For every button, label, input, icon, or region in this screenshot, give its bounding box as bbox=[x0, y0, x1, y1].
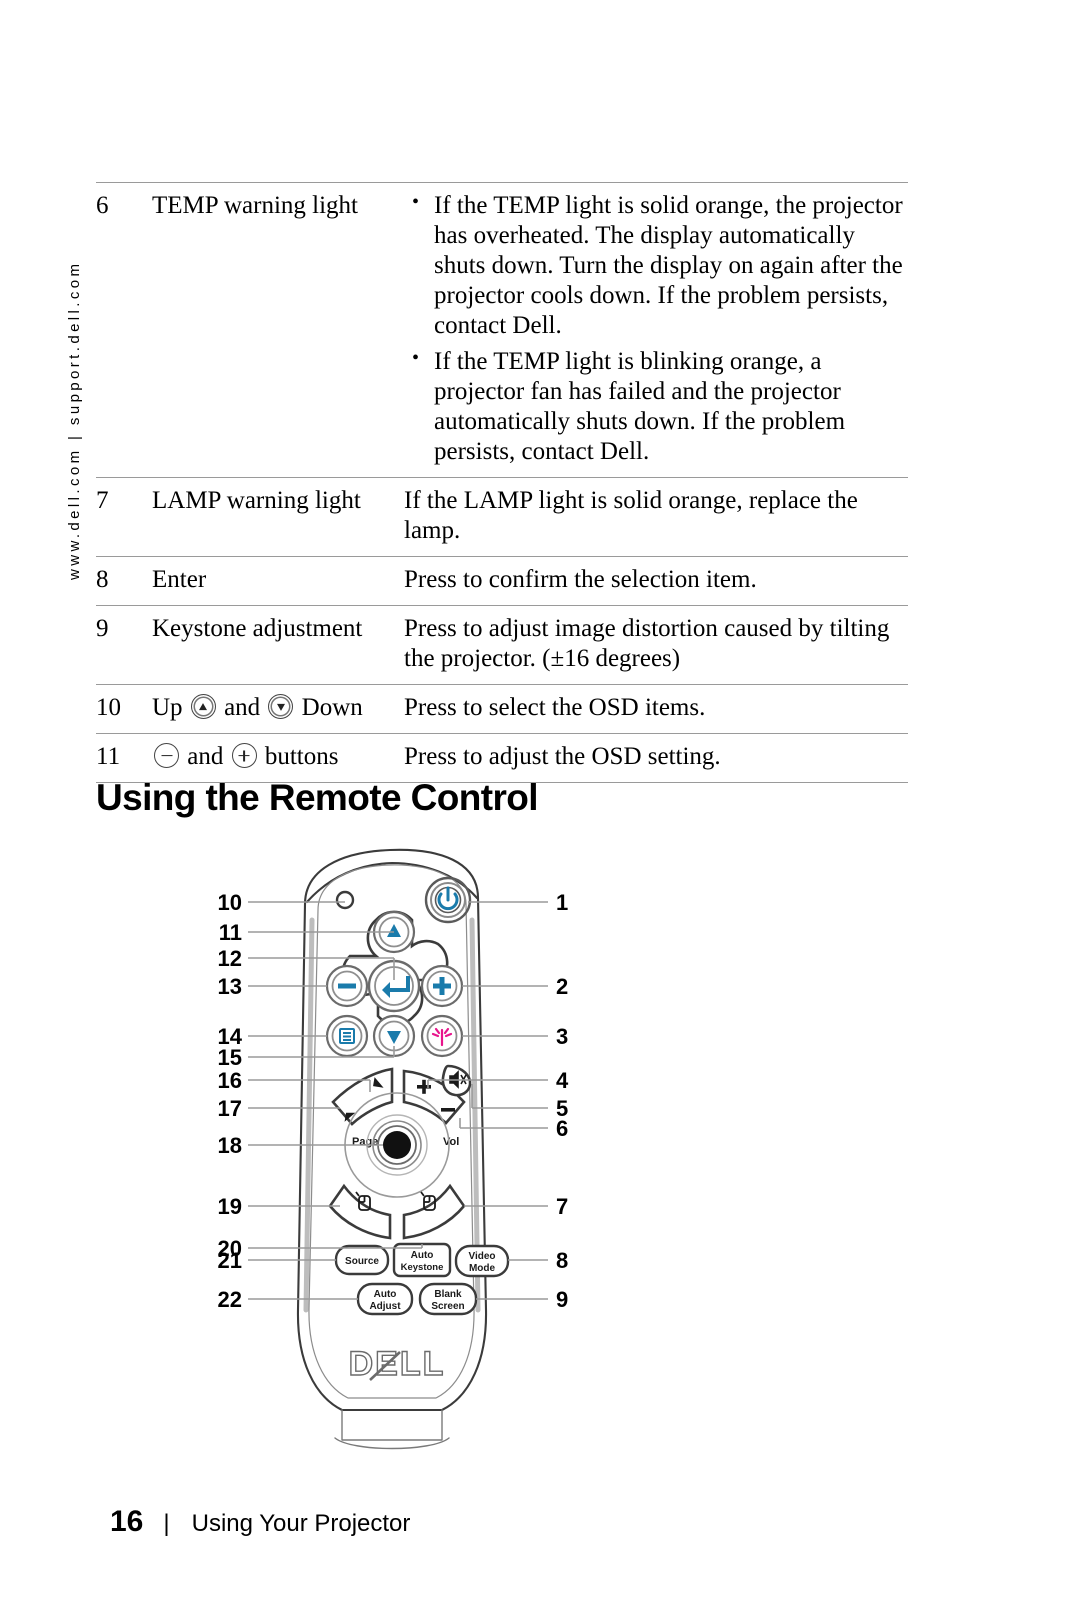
row-name-mid: and bbox=[181, 743, 230, 770]
callout-9: 9 bbox=[556, 1287, 568, 1312]
sidebar-url-label: www.dell.com | support.dell.com bbox=[66, 260, 83, 580]
row-number: 9 bbox=[96, 615, 109, 642]
minus-icon bbox=[338, 983, 356, 989]
minus-button bbox=[325, 964, 369, 1008]
video-mode-button: Video Mode bbox=[454, 1244, 510, 1278]
dell-logo-icon: DELL bbox=[348, 1344, 446, 1383]
footer-title: Using Your Projector bbox=[191, 1510, 411, 1537]
callout-7: 7 bbox=[556, 1194, 568, 1219]
callout-12: 12 bbox=[218, 946, 242, 971]
footer-separator: | bbox=[163, 1510, 170, 1537]
row-name-mid: and bbox=[217, 694, 267, 721]
source-button-label: Source bbox=[345, 1256, 379, 1267]
video-mode-label-2: Mode bbox=[469, 1263, 496, 1274]
row-name: LAMP warning light bbox=[152, 487, 361, 514]
callout-2: 2 bbox=[556, 974, 568, 999]
up-arrow-icon bbox=[190, 694, 216, 719]
auto-adjust-label-1: Auto bbox=[374, 1289, 397, 1300]
row-name: Up and Down bbox=[152, 685, 404, 734]
power-button bbox=[424, 876, 472, 924]
page-footer: 16 | Using Your Projector bbox=[110, 1505, 410, 1539]
remote-control-diagram: Page Vol Source Auto Keystone Video Mode… bbox=[0, 840, 1080, 1460]
blank-screen-label-2: Screen bbox=[431, 1301, 464, 1312]
row-description: Press to adjust image distortion caused … bbox=[404, 615, 890, 672]
row-number: 10 bbox=[96, 694, 121, 721]
ir-indicator-icon bbox=[335, 890, 355, 910]
row-name: Keystone adjustment bbox=[152, 615, 363, 642]
menu-button bbox=[325, 1014, 369, 1058]
row-name: Enter bbox=[152, 566, 207, 593]
sidebar-url-text: www.dell.com | support.dell.com bbox=[40, 180, 83, 600]
down-arrow-icon bbox=[268, 694, 294, 719]
callout-15: 15 bbox=[218, 1045, 242, 1070]
row-name-post: buttons bbox=[258, 743, 339, 770]
row-description: Press to adjust the OSD setting. bbox=[404, 743, 721, 770]
trackball-icon bbox=[383, 1131, 411, 1159]
callout-8: 8 bbox=[556, 1248, 568, 1273]
volume-down-icon bbox=[441, 1108, 455, 1112]
row-name: and buttons bbox=[152, 734, 404, 783]
table-row: 8 Enter Press to confirm the selection i… bbox=[96, 556, 908, 606]
callout-11: 11 bbox=[219, 920, 242, 945]
plus-icon bbox=[231, 743, 257, 768]
table-row: 9 Keystone adjustment Press to adjust im… bbox=[96, 605, 908, 685]
callout-13: 13 bbox=[218, 974, 242, 999]
table-row: 10 Up and Down Press to select the OSD i… bbox=[96, 684, 908, 734]
auto-adjust-label-2: Adjust bbox=[369, 1301, 401, 1312]
callout-1: 1 bbox=[556, 890, 568, 915]
auto-adjust-button: Auto Adjust bbox=[356, 1282, 414, 1316]
auto-keystone-button: Auto Keystone bbox=[392, 1242, 452, 1278]
row-description: If the LAMP light is solid orange, repla… bbox=[404, 487, 858, 544]
minus-icon bbox=[154, 743, 179, 768]
row-description: If the TEMP light is solid orange, the p… bbox=[404, 183, 908, 478]
table-row: 6 TEMP warning light If the TEMP light i… bbox=[96, 182, 908, 478]
callout-6: 6 bbox=[556, 1116, 568, 1141]
callout-22: 22 bbox=[218, 1287, 242, 1312]
keystone-button bbox=[420, 1014, 464, 1058]
callout-19: 19 bbox=[218, 1194, 242, 1219]
row-number: 7 bbox=[96, 487, 109, 514]
power-icon bbox=[437, 886, 459, 911]
footer-page-number: 16 bbox=[110, 1505, 144, 1538]
callout-16: 16 bbox=[218, 1068, 242, 1093]
list-item: If the TEMP light is solid orange, the p… bbox=[404, 190, 908, 341]
row-number: 8 bbox=[96, 566, 109, 593]
callout-4: 4 bbox=[556, 1068, 569, 1093]
row-name-post: Down bbox=[295, 694, 363, 721]
auto-keystone-label-1: Auto bbox=[411, 1250, 434, 1261]
table-row: 11 and buttons Press to adjust the OSD s… bbox=[96, 733, 908, 783]
row-description: Press to confirm the selection item. bbox=[404, 566, 757, 593]
table-row: 7 LAMP warning light If the LAMP light i… bbox=[96, 477, 908, 557]
source-button: Source bbox=[334, 1244, 390, 1276]
vol-label: Vol bbox=[443, 1136, 459, 1148]
row-number: 11 bbox=[96, 743, 121, 770]
bullet-list: If the TEMP light is solid orange, the p… bbox=[404, 190, 908, 467]
row-name: TEMP warning light bbox=[152, 192, 359, 219]
plus-button bbox=[420, 964, 464, 1008]
callout-10: 10 bbox=[218, 890, 242, 915]
blank-screen-label-1: Blank bbox=[434, 1289, 462, 1300]
row-number: 6 bbox=[96, 192, 109, 219]
page-title: Using the Remote Control bbox=[96, 776, 539, 818]
feature-table: 6 TEMP warning light If the TEMP light i… bbox=[96, 182, 908, 783]
list-item: If the TEMP light is blinking orange, a … bbox=[404, 346, 908, 467]
callout-21: 21 bbox=[218, 1248, 242, 1273]
row-name-pre: Up bbox=[152, 694, 189, 721]
auto-keystone-label-2: Keystone bbox=[401, 1262, 444, 1273]
page-rocker-button bbox=[331, 1067, 394, 1126]
row-description: Press to select the OSD items. bbox=[404, 694, 706, 721]
dell-brand-text: DELL bbox=[349, 1345, 446, 1383]
callout-17: 17 bbox=[218, 1096, 242, 1121]
video-mode-label-1: Video bbox=[468, 1251, 495, 1262]
blank-screen-button: Blank Screen bbox=[418, 1282, 478, 1316]
callout-3: 3 bbox=[556, 1024, 568, 1049]
callout-18: 18 bbox=[218, 1133, 242, 1158]
